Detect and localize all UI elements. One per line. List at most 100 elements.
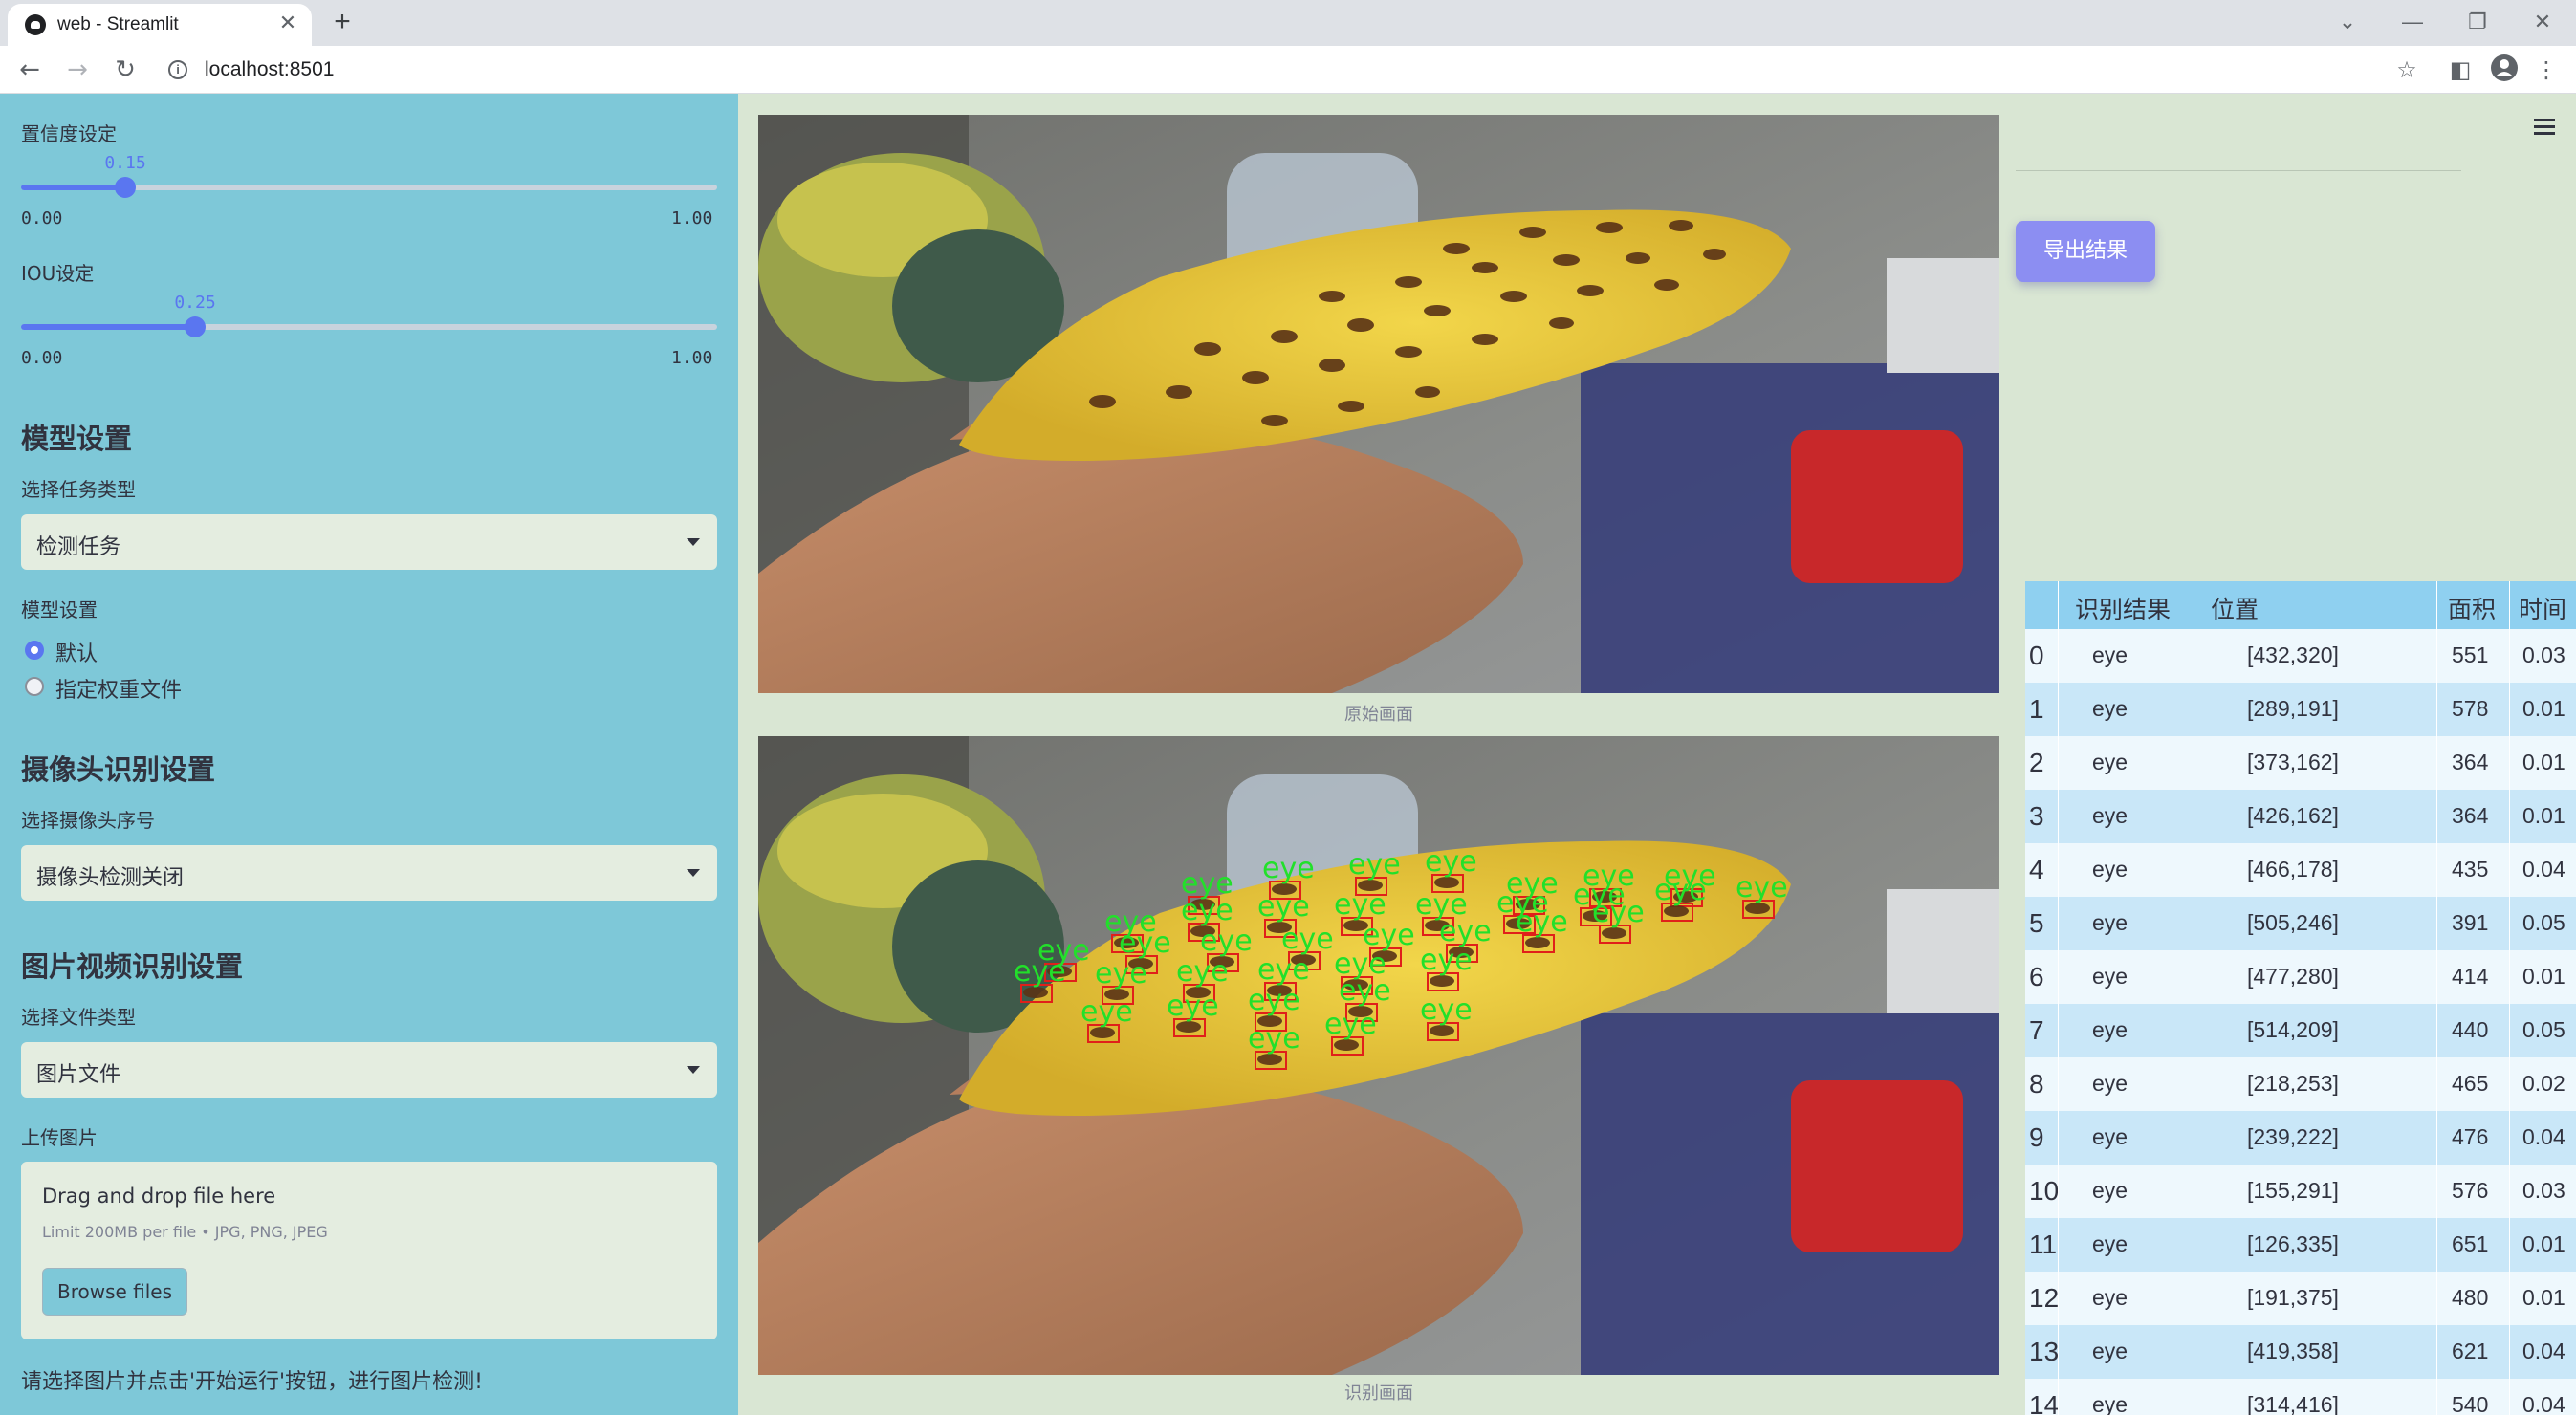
close-window-button[interactable]: ✕ — [2519, 6, 2566, 38]
detection-label: eye — [1281, 923, 1334, 956]
chevron-down-icon — [687, 1066, 700, 1074]
restore-button[interactable]: ❐ — [2454, 6, 2501, 38]
upload-label: 上传图片 — [21, 1126, 98, 1149]
cell-time: 0.04 — [2522, 1124, 2565, 1149]
chevron-down-icon — [687, 538, 700, 546]
radio-default-label[interactable]: 默认 — [55, 637, 98, 667]
iou-slider[interactable] — [21, 316, 717, 337]
site-info-icon[interactable]: i — [168, 60, 187, 79]
cell-position: [314,416] — [2247, 1392, 2339, 1415]
row-index: 7 — [2029, 1015, 2044, 1045]
iou-label: IOU设定 — [21, 262, 95, 285]
table-row[interactable]: 8 eye [218,253] 465 0.02 — [2025, 1057, 2576, 1111]
camera-index-select[interactable]: 摄像头检测关闭 — [21, 845, 717, 901]
chevron-down-icon — [687, 869, 700, 877]
table-row[interactable]: 1 eye [289,191] 578 0.01 — [2025, 683, 2576, 736]
table-row[interactable]: 6 eye [477,280] 414 0.01 — [2025, 950, 2576, 1004]
column-header-area[interactable]: 面积 — [2448, 591, 2496, 625]
row-index: 2 — [2029, 748, 2044, 777]
side-panel-icon[interactable]: ◧ — [2444, 54, 2477, 86]
table-row[interactable]: 7 eye [514,209] 440 0.05 — [2025, 1004, 2576, 1057]
address-bar[interactable]: i localhost:8501 — [153, 53, 2477, 87]
confidence-value: 0.15 — [104, 153, 146, 173]
confidence-slider-thumb[interactable] — [115, 177, 137, 198]
original-caption: 原始画面 — [1344, 705, 1413, 725]
dropzone-limit: Limit 200MB per file • JPG, PNG, JPEG — [42, 1223, 328, 1241]
column-header-position[interactable]: 位置 — [2211, 591, 2259, 625]
media-settings-heading: 图片视频识别设置 — [21, 950, 244, 983]
detection-label: eye — [1420, 993, 1473, 1027]
table-row[interactable]: 10 eye [155,291] 576 0.03 — [2025, 1165, 2576, 1218]
profile-avatar-icon[interactable] — [2488, 54, 2521, 86]
detection-label: eye — [1200, 925, 1253, 958]
cell-area: 480 — [2452, 1285, 2489, 1310]
browse-files-button[interactable]: Browse files — [42, 1268, 187, 1316]
radio-custom-weights[interactable] — [25, 677, 44, 696]
cell-area: 476 — [2452, 1124, 2489, 1149]
new-tab-button[interactable]: + — [325, 6, 360, 40]
task-type-select[interactable]: 检测任务 — [21, 514, 717, 570]
tab-search-icon[interactable]: ⌄ — [2324, 6, 2371, 38]
file-type-value: 图片文件 — [36, 1063, 121, 1087]
cell-position: [239,222] — [2247, 1124, 2339, 1149]
bookmark-star-icon[interactable]: ☆ — [2390, 54, 2423, 86]
camera-index-label: 选择摄像头序号 — [21, 809, 155, 832]
column-header-time[interactable]: 时间 — [2519, 591, 2566, 625]
detection-label: eye — [1176, 955, 1229, 989]
cell-time: 0.05 — [2522, 1017, 2565, 1042]
table-row[interactable]: 12 eye [191,375] 480 0.01 — [2025, 1272, 2576, 1325]
cell-area: 576 — [2452, 1178, 2489, 1203]
cell-position: [419,358] — [2247, 1339, 2339, 1363]
tab-close-icon[interactable]: ✕ — [273, 10, 302, 38]
forward-arrow-icon[interactable]: → — [61, 54, 94, 86]
table-row[interactable]: 2 eye [373,162] 364 0.01 — [2025, 736, 2576, 790]
streamlit-favicon-icon — [25, 14, 46, 35]
table-row[interactable]: 4 eye [466,178] 435 0.04 — [2025, 843, 2576, 897]
column-divider — [2436, 581, 2437, 1415]
cell-time: 0.04 — [2522, 857, 2565, 882]
iou-slider-thumb[interactable] — [185, 316, 206, 337]
column-header-result[interactable]: 识别结果 — [2075, 591, 2171, 625]
cell-position: [466,178] — [2247, 857, 2339, 882]
reload-icon[interactable]: ↻ — [109, 54, 142, 86]
url-text[interactable]: localhost:8501 — [205, 58, 334, 81]
row-index: 13 — [2029, 1337, 2060, 1366]
table-row[interactable]: 9 eye [239,222] 476 0.04 — [2025, 1111, 2576, 1165]
cell-time: 0.01 — [2522, 696, 2565, 721]
table-row[interactable]: 5 eye [505,246] 391 0.05 — [2025, 897, 2576, 950]
minimize-button[interactable]: — — [2389, 6, 2436, 38]
cell-result: eye — [2092, 696, 2128, 721]
file-type-select[interactable]: 图片文件 — [21, 1042, 717, 1098]
cell-area: 578 — [2452, 696, 2489, 721]
back-arrow-icon[interactable]: ← — [13, 54, 46, 86]
cell-result: eye — [2092, 1285, 2128, 1310]
table-row[interactable]: 11 eye [126,335] 651 0.01 — [2025, 1218, 2576, 1272]
cell-position: [514,209] — [2247, 1017, 2339, 1042]
row-index: 3 — [2029, 801, 2044, 831]
row-index: 11 — [2029, 1230, 2058, 1259]
iou-slider-fill — [21, 324, 195, 330]
confidence-slider-fill — [21, 185, 126, 190]
radio-custom-weights-label[interactable]: 指定权重文件 — [55, 673, 182, 704]
cell-time: 0.02 — [2522, 1071, 2565, 1096]
table-row[interactable]: 14 eye [314,416] 540 0.04 — [2025, 1379, 2576, 1415]
radio-default[interactable] — [25, 641, 44, 660]
file-dropzone[interactable]: Drag and drop file here Limit 200MB per … — [21, 1162, 717, 1339]
browser-tab[interactable]: web - Streamlit ✕ — [8, 4, 312, 46]
cell-time: 0.01 — [2522, 1285, 2565, 1310]
cell-result: eye — [2092, 1339, 2128, 1363]
detection-label: eye — [1592, 896, 1645, 929]
table-row[interactable]: 0 eye [432,320] 551 0.03 — [2025, 629, 2576, 683]
cell-time: 0.01 — [2522, 964, 2565, 989]
table-row[interactable]: 3 eye [426,162] 364 0.01 — [2025, 790, 2576, 843]
cell-area: 621 — [2452, 1339, 2489, 1363]
browser-menu-icon[interactable]: ⋮ — [2530, 54, 2563, 86]
model-settings-heading: 模型设置 — [21, 423, 133, 455]
export-results-button[interactable]: 导出结果 — [2016, 221, 2155, 282]
confidence-slider[interactable] — [21, 177, 717, 198]
cell-position: [373,162] — [2247, 750, 2339, 774]
detection-label: eye — [1014, 955, 1066, 989]
hamburger-menu-icon[interactable] — [2534, 119, 2557, 138]
table-row[interactable]: 13 eye [419,358] 621 0.04 — [2025, 1325, 2576, 1379]
detection-label: eye — [1181, 894, 1233, 927]
